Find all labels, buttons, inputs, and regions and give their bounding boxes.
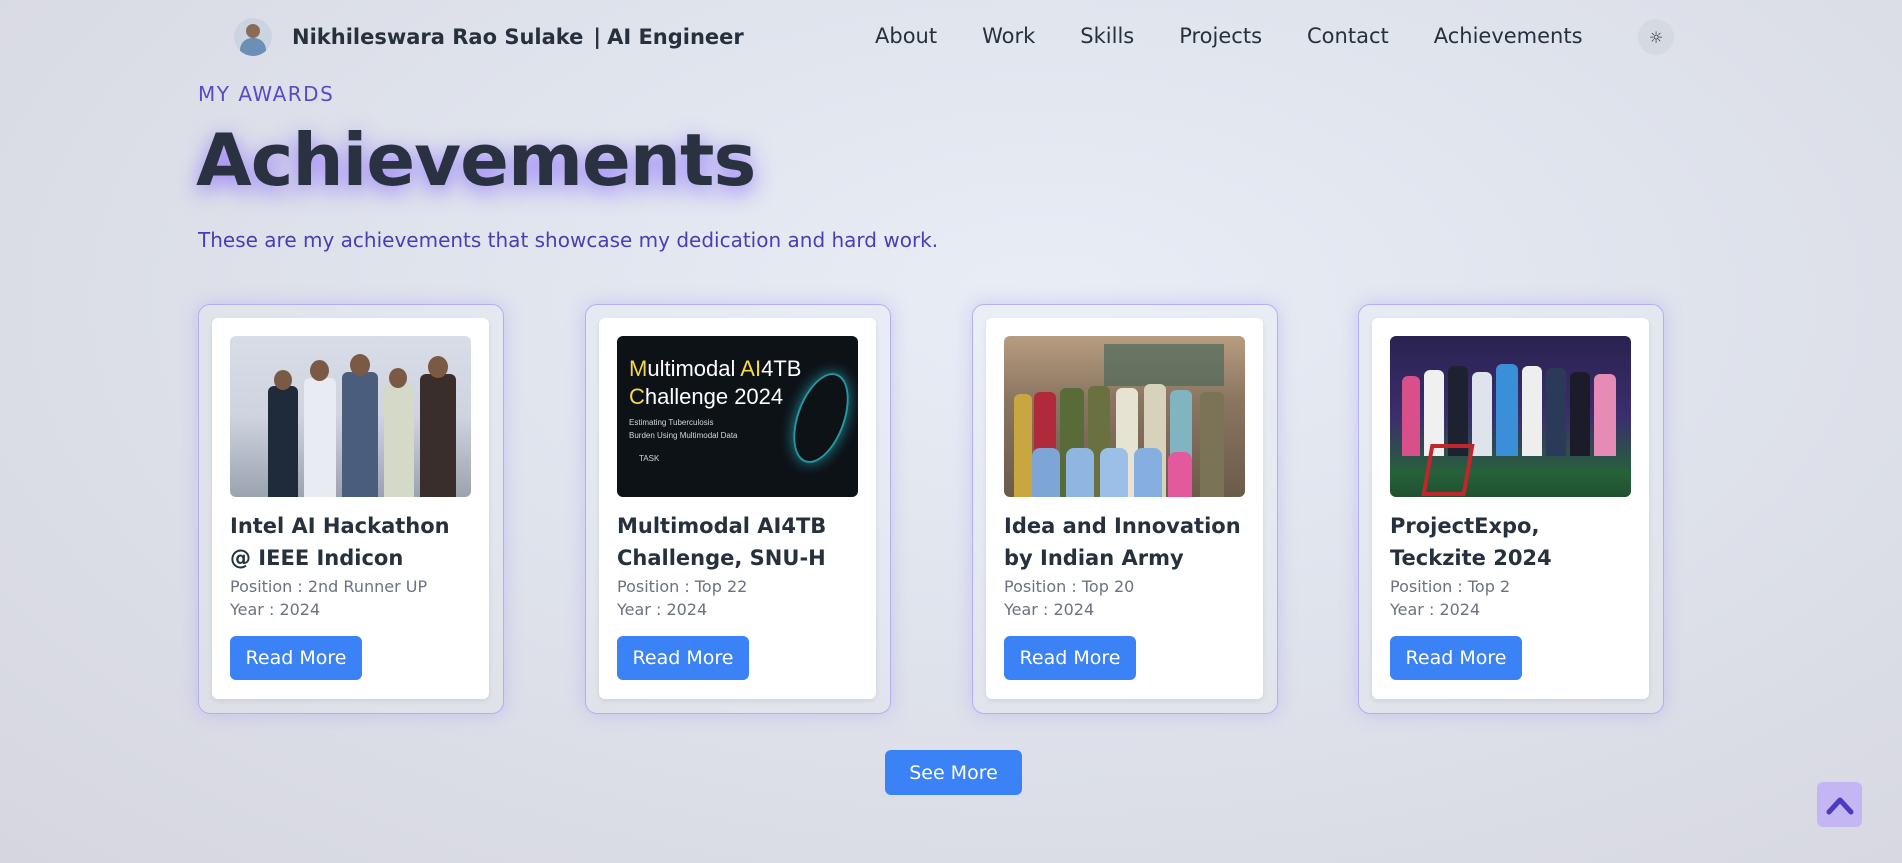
nav-link-achievements[interactable]: Achievements <box>1434 20 1583 52</box>
achievement-photo <box>1004 336 1245 497</box>
achievement-photo <box>1390 336 1631 497</box>
card-year: Year : 2024 <box>1390 600 1481 619</box>
achievement-photo <box>230 336 471 497</box>
scroll-to-top-button[interactable] <box>1817 782 1862 827</box>
sun-icon: ☼ <box>1648 27 1664 47</box>
theme-toggle-button[interactable]: ☼ <box>1638 19 1674 55</box>
nav-links: About Work Skills Projects Contact Achie… <box>875 20 1628 52</box>
page-title: Achievements <box>196 118 756 202</box>
read-more-button[interactable]: Read More <box>1004 636 1136 680</box>
card-position: Position : Top 20 <box>1004 577 1135 596</box>
achievement-card: Multimodal AI4TB Challenge 2024 Estimati… <box>585 304 891 714</box>
section-eyebrow: MY AWARDS <box>198 82 335 106</box>
top-nav: Nikhileswara Rao Sulake | AI Engineer Ab… <box>0 0 1902 72</box>
card-year: Year : 2024 <box>1004 600 1095 619</box>
nav-link-work[interactable]: Work <box>982 20 1035 52</box>
card-position: Position : Top 22 <box>617 577 748 596</box>
card-title: Multimodal AI4TB Challenge, SNU-H <box>617 514 827 570</box>
card-year: Year : 2024 <box>617 600 708 619</box>
section-subtitle: These are my achievements that showcase … <box>198 228 939 252</box>
nav-link-projects[interactable]: Projects <box>1179 20 1262 52</box>
card-title: Idea and Innovation by Indian Army <box>1004 514 1241 570</box>
nav-link-contact[interactable]: Contact <box>1307 20 1389 52</box>
card-title: ProjectExpo, Teckzite 2024 <box>1390 514 1552 570</box>
achievement-card: Intel AI Hackathon @ IEEE Indicon Positi… <box>198 304 504 714</box>
brand-role: AI Engineer <box>607 25 744 49</box>
achievement-poster: Multimodal AI4TB Challenge 2024 Estimati… <box>617 336 858 497</box>
card-year: Year : 2024 <box>230 600 321 619</box>
read-more-button[interactable]: Read More <box>617 636 749 680</box>
chevron-up-icon <box>1826 797 1853 814</box>
achievement-card: ProjectExpo, Teckzite 2024 Position : To… <box>1358 304 1664 714</box>
see-more-button[interactable]: See More <box>885 750 1022 795</box>
brand[interactable]: Nikhileswara Rao Sulake | AI Engineer <box>234 17 744 57</box>
card-position: Position : Top 2 <box>1390 577 1511 596</box>
avatar <box>234 18 272 56</box>
card-position: Position : 2nd Runner UP <box>230 577 428 596</box>
achievement-card: Idea and Innovation by Indian Army Posit… <box>972 304 1278 714</box>
brand-name: Nikhileswara Rao Sulake <box>292 25 584 49</box>
nav-link-skills[interactable]: Skills <box>1080 20 1134 52</box>
brand-separator: | <box>593 25 602 49</box>
read-more-button[interactable]: Read More <box>230 636 362 680</box>
card-title: Intel AI Hackathon @ IEEE Indicon <box>230 514 450 570</box>
nav-link-about[interactable]: About <box>875 20 937 52</box>
read-more-button[interactable]: Read More <box>1390 636 1522 680</box>
